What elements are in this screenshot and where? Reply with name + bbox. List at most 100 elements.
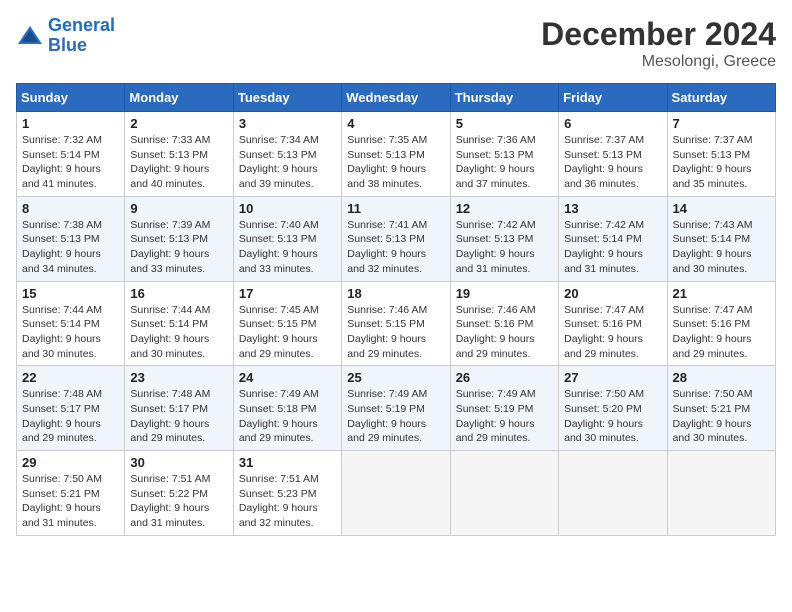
day-number: 9 xyxy=(130,201,227,216)
day-info: Sunrise: 7:42 AM Sunset: 5:14 PM Dayligh… xyxy=(564,218,661,277)
calendar-week-row: 29Sunrise: 7:50 AM Sunset: 5:21 PM Dayli… xyxy=(17,451,776,536)
day-number: 16 xyxy=(130,286,227,301)
day-number: 18 xyxy=(347,286,444,301)
day-info: Sunrise: 7:44 AM Sunset: 5:14 PM Dayligh… xyxy=(22,303,119,362)
day-number: 4 xyxy=(347,116,444,131)
table-cell: 1 Sunrise: 7:32 AM Sunset: 5:14 PM Daylig… xyxy=(17,112,125,197)
table-cell: 26 Sunrise: 7:49 AM Sunset: 5:19 PM Dayli… xyxy=(450,366,558,451)
day-info: Sunrise: 7:48 AM Sunset: 5:17 PM Dayligh… xyxy=(130,387,227,446)
day-number: 31 xyxy=(239,455,336,470)
calendar-header: Sunday Monday Tuesday Wednesday Thursday… xyxy=(17,84,776,112)
month-title: December 2024 xyxy=(541,16,776,53)
day-number: 30 xyxy=(130,455,227,470)
table-cell xyxy=(342,451,450,536)
table-cell: 14 Sunrise: 7:43 AM Sunset: 5:14 PM Dayli… xyxy=(667,196,775,281)
table-cell: 4Sunrise: 7:35 AM Sunset: 5:13 PM Daylig… xyxy=(342,112,450,197)
day-info: Sunrise: 7:36 AM Sunset: 5:13 PM Dayligh… xyxy=(456,133,553,192)
day-number: 27 xyxy=(564,370,661,385)
logo: General Blue xyxy=(16,16,115,56)
day-number: 6 xyxy=(564,116,661,131)
table-cell: 20 Sunrise: 7:47 AM Sunset: 5:16 PM Dayli… xyxy=(559,281,667,366)
table-cell: 5 Sunrise: 7:36 AM Sunset: 5:13 PM Daylig… xyxy=(450,112,558,197)
day-info: Sunrise: 7:32 AM Sunset: 5:14 PM Dayligh… xyxy=(22,133,119,192)
day-number: 13 xyxy=(564,201,661,216)
table-cell: 28Sunrise: 7:50 AM Sunset: 5:21 PM Dayli… xyxy=(667,366,775,451)
table-cell: 10Sunrise: 7:40 AM Sunset: 5:13 PM Dayli… xyxy=(233,196,341,281)
col-friday: Friday xyxy=(559,84,667,112)
day-info: Sunrise: 7:51 AM Sunset: 5:22 PM Dayligh… xyxy=(130,472,227,531)
day-info: Sunrise: 7:47 AM Sunset: 5:16 PM Dayligh… xyxy=(564,303,661,362)
table-cell: 3 Sunrise: 7:34 AM Sunset: 5:13 PM Daylig… xyxy=(233,112,341,197)
day-number: 10 xyxy=(239,201,336,216)
table-cell: 6 Sunrise: 7:37 AM Sunset: 5:13 PM Daylig… xyxy=(559,112,667,197)
day-info: Sunrise: 7:38 AM Sunset: 5:13 PM Dayligh… xyxy=(22,218,119,277)
header-row: Sunday Monday Tuesday Wednesday Thursday… xyxy=(17,84,776,112)
calendar-table: Sunday Monday Tuesday Wednesday Thursday… xyxy=(16,83,776,536)
col-thursday: Thursday xyxy=(450,84,558,112)
col-sunday: Sunday xyxy=(17,84,125,112)
day-number: 12 xyxy=(456,201,553,216)
day-number: 20 xyxy=(564,286,661,301)
table-cell xyxy=(667,451,775,536)
location-title: Mesolongi, Greece xyxy=(541,53,776,71)
day-number: 3 xyxy=(239,116,336,131)
day-info: Sunrise: 7:41 AM Sunset: 5:13 PM Dayligh… xyxy=(347,218,444,277)
calendar-week-row: 1 Sunrise: 7:32 AM Sunset: 5:14 PM Daylig… xyxy=(17,112,776,197)
table-cell: 30 Sunrise: 7:51 AM Sunset: 5:22 PM Dayli… xyxy=(125,451,233,536)
table-cell: 16Sunrise: 7:44 AM Sunset: 5:14 PM Dayli… xyxy=(125,281,233,366)
day-info: Sunrise: 7:46 AM Sunset: 5:15 PM Dayligh… xyxy=(347,303,444,362)
col-wednesday: Wednesday xyxy=(342,84,450,112)
day-info: Sunrise: 7:33 AM Sunset: 5:13 PM Dayligh… xyxy=(130,133,227,192)
table-cell: 11 Sunrise: 7:41 AM Sunset: 5:13 PM Dayli… xyxy=(342,196,450,281)
day-info: Sunrise: 7:39 AM Sunset: 5:13 PM Dayligh… xyxy=(130,218,227,277)
calendar-body: 1 Sunrise: 7:32 AM Sunset: 5:14 PM Daylig… xyxy=(17,112,776,536)
day-number: 11 xyxy=(347,201,444,216)
table-cell: 23 Sunrise: 7:48 AM Sunset: 5:17 PM Dayli… xyxy=(125,366,233,451)
logo-line1: General xyxy=(48,15,115,35)
day-info: Sunrise: 7:45 AM Sunset: 5:15 PM Dayligh… xyxy=(239,303,336,362)
table-cell: 9 Sunrise: 7:39 AM Sunset: 5:13 PM Daylig… xyxy=(125,196,233,281)
day-number: 28 xyxy=(673,370,770,385)
day-info: Sunrise: 7:48 AM Sunset: 5:17 PM Dayligh… xyxy=(22,387,119,446)
day-number: 7 xyxy=(673,116,770,131)
day-info: Sunrise: 7:49 AM Sunset: 5:18 PM Dayligh… xyxy=(239,387,336,446)
day-number: 26 xyxy=(456,370,553,385)
day-number: 14 xyxy=(673,201,770,216)
day-info: Sunrise: 7:46 AM Sunset: 5:16 PM Dayligh… xyxy=(456,303,553,362)
day-number: 17 xyxy=(239,286,336,301)
calendar-week-row: 15Sunrise: 7:44 AM Sunset: 5:14 PM Dayli… xyxy=(17,281,776,366)
day-info: Sunrise: 7:43 AM Sunset: 5:14 PM Dayligh… xyxy=(673,218,770,277)
day-number: 1 xyxy=(22,116,119,131)
day-number: 19 xyxy=(456,286,553,301)
day-info: Sunrise: 7:49 AM Sunset: 5:19 PM Dayligh… xyxy=(456,387,553,446)
day-info: Sunrise: 7:50 AM Sunset: 5:21 PM Dayligh… xyxy=(22,472,119,531)
day-info: Sunrise: 7:37 AM Sunset: 5:13 PM Dayligh… xyxy=(564,133,661,192)
day-info: Sunrise: 7:37 AM Sunset: 5:13 PM Dayligh… xyxy=(673,133,770,192)
day-number: 21 xyxy=(673,286,770,301)
day-number: 5 xyxy=(456,116,553,131)
table-cell: 27 Sunrise: 7:50 AM Sunset: 5:20 PM Dayli… xyxy=(559,366,667,451)
table-cell: 13 Sunrise: 7:42 AM Sunset: 5:14 PM Dayli… xyxy=(559,196,667,281)
table-cell: 19 Sunrise: 7:46 AM Sunset: 5:16 PM Dayli… xyxy=(450,281,558,366)
day-info: Sunrise: 7:51 AM Sunset: 5:23 PM Dayligh… xyxy=(239,472,336,531)
table-cell: 21 Sunrise: 7:47 AM Sunset: 5:16 PM Dayli… xyxy=(667,281,775,366)
title-section: December 2024 Mesolongi, Greece xyxy=(541,16,776,71)
day-number: 22 xyxy=(22,370,119,385)
table-cell xyxy=(559,451,667,536)
table-cell xyxy=(450,451,558,536)
table-cell: 29Sunrise: 7:50 AM Sunset: 5:21 PM Dayli… xyxy=(17,451,125,536)
day-number: 24 xyxy=(239,370,336,385)
day-info: Sunrise: 7:42 AM Sunset: 5:13 PM Dayligh… xyxy=(456,218,553,277)
day-info: Sunrise: 7:47 AM Sunset: 5:16 PM Dayligh… xyxy=(673,303,770,362)
day-number: 23 xyxy=(130,370,227,385)
table-cell: 25Sunrise: 7:49 AM Sunset: 5:19 PM Dayli… xyxy=(342,366,450,451)
table-cell: 7 Sunrise: 7:37 AM Sunset: 5:13 PM Daylig… xyxy=(667,112,775,197)
table-cell: 22 Sunrise: 7:48 AM Sunset: 5:17 PM Dayli… xyxy=(17,366,125,451)
col-tuesday: Tuesday xyxy=(233,84,341,112)
table-cell: 24 Sunrise: 7:49 AM Sunset: 5:18 PM Dayli… xyxy=(233,366,341,451)
day-number: 2 xyxy=(130,116,227,131)
day-info: Sunrise: 7:50 AM Sunset: 5:20 PM Dayligh… xyxy=(564,387,661,446)
logo-text: General Blue xyxy=(48,16,115,56)
day-info: Sunrise: 7:34 AM Sunset: 5:13 PM Dayligh… xyxy=(239,133,336,192)
table-cell: 8Sunrise: 7:38 AM Sunset: 5:13 PM Daylig… xyxy=(17,196,125,281)
